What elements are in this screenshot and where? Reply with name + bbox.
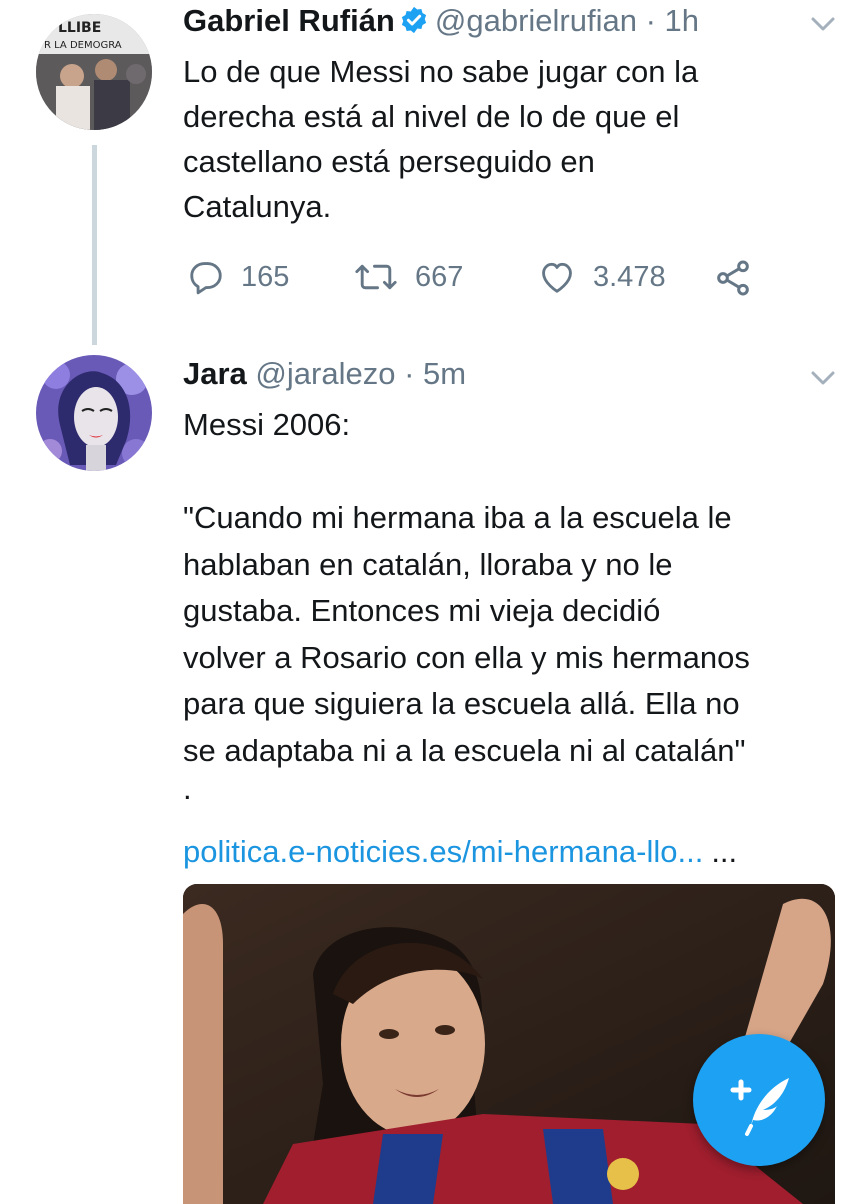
avatar-illustration-woman: [36, 355, 152, 471]
link-ellipsis: ...: [711, 834, 738, 869]
separator-dot: ·: [404, 356, 415, 391]
like-count: 3.478: [593, 260, 666, 293]
tweet2-header: Jara @jaralezo · 5m: [183, 355, 466, 393]
chevron-down-icon[interactable]: [808, 14, 838, 34]
tweet-text-line: derecha está al nivel de lo de que el: [183, 99, 680, 134]
tweet-text-line: castellano está perseguido en: [183, 144, 595, 179]
author-handle[interactable]: @gabrielrufian: [435, 3, 637, 38]
tweet1-text: Lo de que Messi no sabe jugar con la der…: [183, 49, 833, 229]
tweet-text-line: se adaptaba ni a la escuela ni al catalá…: [183, 732, 746, 768]
svg-text:LLIBE: LLIBE: [58, 20, 101, 36]
avatar-gabriel-rufian[interactable]: LLIBE R LA DEMOGRA: [36, 14, 152, 130]
share-button[interactable]: [713, 258, 753, 298]
reply-count: 165: [241, 260, 290, 293]
thread-connector-line: [92, 145, 97, 345]
author-handle[interactable]: @jaralezo: [255, 356, 395, 391]
author-name[interactable]: Gabriel Rufián: [183, 3, 395, 38]
like-icon: [542, 262, 572, 293]
like-button[interactable]: 3.478: [537, 258, 666, 296]
tweet-text-line: .: [183, 771, 192, 806]
tweet-text-line: Lo de que Messi no sabe jugar con la: [183, 54, 699, 89]
tweet2-text: Messi 2006: "Cuando mi hermana iba a la …: [183, 402, 833, 804]
verified-badge-icon: [401, 6, 426, 34]
retweet-icon: [355, 264, 397, 290]
author-name[interactable]: Jara: [183, 356, 247, 391]
reply-button[interactable]: 165: [187, 258, 289, 296]
article-link[interactable]: politica.e-noticies.es/mi-hermana-llo...: [183, 834, 703, 869]
avatar-jara[interactable]: [36, 355, 152, 471]
tweet-timestamp[interactable]: 5m: [423, 356, 466, 391]
chevron-down-icon[interactable]: [808, 368, 838, 388]
tweet1-header: Gabriel Rufián @gabrielrufian · 1h: [183, 2, 699, 40]
retweet-count: 667: [415, 260, 464, 293]
separator-dot: ·: [645, 3, 656, 38]
avatar-photo-crowd: LLIBE R LA DEMOGRA: [36, 14, 152, 130]
compose-tweet-icon: [730, 1078, 789, 1136]
tweet-text-line: [183, 449, 833, 496]
reply-icon: [190, 262, 222, 295]
svg-text:R LA DEMOGRA: R LA DEMOGRA: [44, 40, 122, 51]
link-row: politica.e-noticies.es/mi-hermana-llo...…: [183, 832, 737, 872]
tweet-text-line: volver a Rosario con ella y mis hermanos: [183, 639, 750, 675]
tweet-text-line: para que siguiera la escuela allá. Ella …: [183, 686, 740, 721]
tweet-text-line: Messi 2006:: [183, 407, 351, 442]
tweet-text-line: gustaba. Entonces mi vieja decidió: [183, 593, 661, 628]
tweet-text-line: "Cuando mi hermana iba a la escuela le: [183, 500, 732, 535]
share-icon: [717, 260, 749, 296]
tweet-timestamp[interactable]: 1h: [665, 3, 699, 38]
compose-tweet-button[interactable]: [693, 1034, 825, 1166]
tweet-text-line: Catalunya.: [183, 189, 332, 224]
retweet-button[interactable]: 667: [353, 258, 463, 296]
tweet-text-line: hablaban en catalán, lloraba y no le: [183, 546, 673, 582]
